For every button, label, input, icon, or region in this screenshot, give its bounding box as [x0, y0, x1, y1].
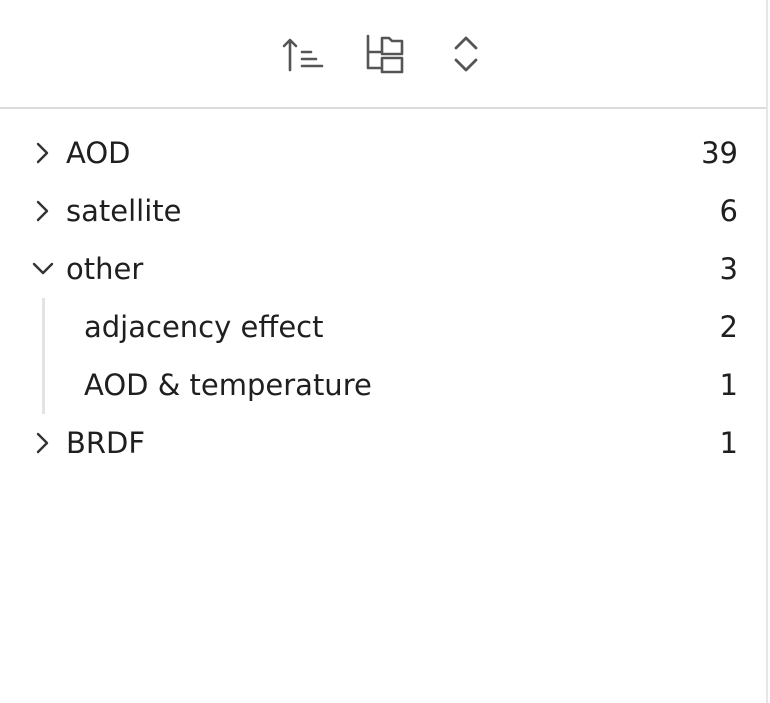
folder-tree-button[interactable] [360, 30, 408, 78]
tag-tree: AOD 39 satellite 6 other 3 adjacency eff… [0, 124, 766, 472]
chevron-right-icon[interactable] [32, 430, 54, 456]
tree-item-label: satellite [66, 194, 182, 228]
tag-panel: AOD 39 satellite 6 other 3 adjacency eff… [0, 0, 768, 703]
tree-item-label: other [66, 252, 144, 286]
tree-item-count: 3 [719, 252, 738, 286]
tree-item-count: 2 [719, 310, 738, 344]
tree-item-brdf[interactable]: BRDF 1 [0, 414, 766, 472]
chevron-right-icon[interactable] [32, 198, 54, 224]
tree-item-label: adjacency effect [84, 310, 324, 344]
tree-item-count: 6 [719, 194, 738, 228]
tree-children-other: adjacency effect 2 AOD & temperature 1 [0, 298, 766, 414]
tree-item-label: AOD [66, 136, 131, 170]
sort-icon [278, 30, 326, 78]
tree-item-count: 39 [701, 136, 738, 170]
tree-item-count: 1 [719, 426, 738, 460]
tree-item-label: BRDF [66, 426, 146, 460]
tree-item-other[interactable]: other 3 [0, 240, 766, 298]
tree-item-aod[interactable]: AOD 39 [0, 124, 766, 182]
toolbar [0, 0, 766, 109]
tree-item-count: 1 [719, 368, 738, 402]
tree-item-aod-temperature[interactable]: AOD & temperature 1 [0, 356, 766, 414]
tree-item-satellite[interactable]: satellite 6 [0, 182, 766, 240]
folder-tree-icon [360, 30, 408, 78]
chevron-up-down-icon [442, 30, 490, 78]
sort-button[interactable] [278, 30, 326, 78]
expand-collapse-button[interactable] [442, 30, 490, 78]
tree-item-label: AOD & temperature [84, 368, 372, 402]
chevron-right-icon[interactable] [32, 140, 54, 166]
tree-item-adjacency-effect[interactable]: adjacency effect 2 [0, 298, 766, 356]
chevron-down-icon[interactable] [32, 256, 54, 282]
